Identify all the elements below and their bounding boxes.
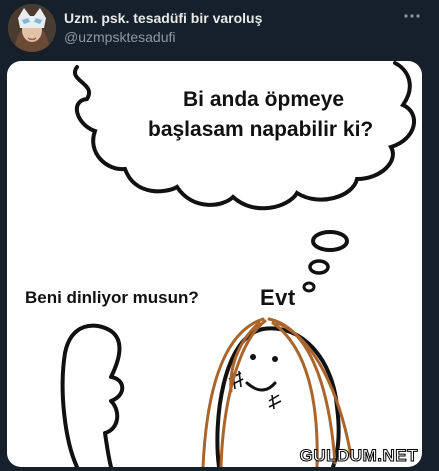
blush-mark [268, 394, 282, 410]
left-figure-head [60, 323, 125, 467]
display-name[interactable]: Uzm. psk. tesadüfi bir varoluş [64, 10, 262, 26]
right-figure-eye [272, 356, 278, 362]
speech-text: Beni dinliyor musun? [25, 288, 199, 307]
thought-bubble [311, 230, 349, 252]
tweet-header: Uzm. psk. tesadüfi bir varoluş @uzmpskte… [0, 0, 439, 58]
right-figure-eye [250, 354, 256, 360]
user-handle[interactable]: @uzmpsktesadufi [64, 29, 175, 45]
thought-bubble [308, 259, 330, 275]
hair-strand [201, 317, 265, 467]
meme-image[interactable]: Bi anda öpmeye başlasam napabilir ki? Be… [7, 61, 422, 467]
thought-bubble [302, 281, 316, 293]
right-figure-smile [245, 381, 277, 392]
thought-text-line1: Bi anda öpmeye [183, 88, 345, 111]
avatar[interactable] [8, 4, 56, 52]
watermark: GULDUM.NET [299, 446, 418, 466]
reply-text: Evt [260, 285, 296, 310]
more-horizontal-icon[interactable] [402, 8, 422, 24]
thought-text-line2: başlasam napabilir ki? [148, 118, 374, 141]
